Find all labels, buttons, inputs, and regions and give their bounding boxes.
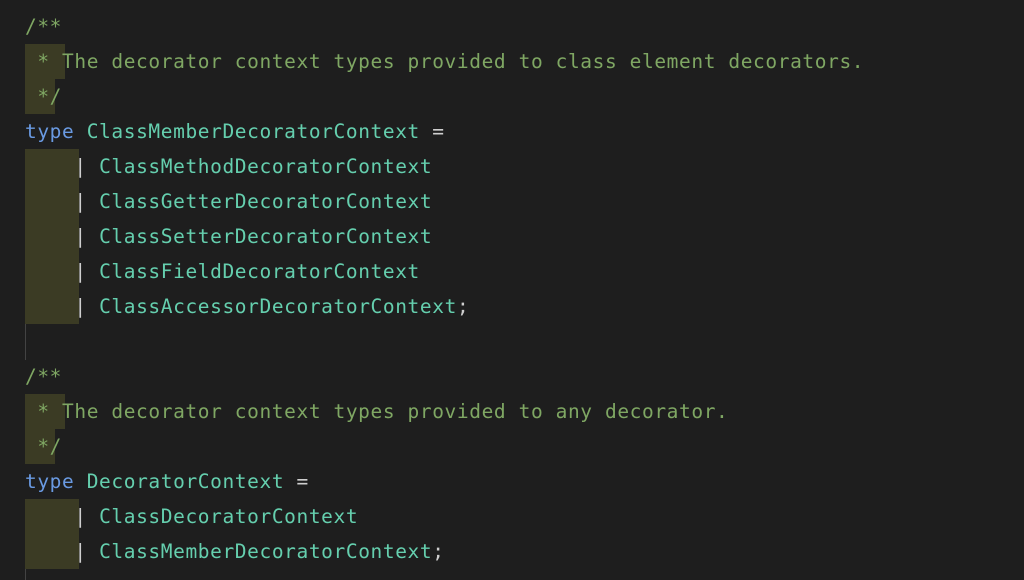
token-type_name: ClassDecoratorContext bbox=[99, 505, 359, 528]
code-editor-surface[interactable]: /** * The decorator context types provid… bbox=[0, 0, 1024, 580]
token-comment: /** bbox=[25, 365, 63, 388]
code-line-text: | ClassMethodDecoratorContext bbox=[25, 155, 432, 178]
token-type_name: ClassSetterDecoratorContext bbox=[99, 225, 433, 248]
code-line-text: | ClassGetterDecoratorContext bbox=[25, 190, 432, 213]
code-line-text: * The decorator context types provided t… bbox=[25, 50, 864, 73]
token-punctuation: | bbox=[74, 155, 87, 178]
code-line[interactable]: | ClassMemberDecoratorContext; bbox=[0, 534, 1024, 569]
token-punctuation: = bbox=[296, 470, 309, 493]
code-line[interactable]: type ClassMemberDecoratorContext = bbox=[0, 114, 1024, 149]
token-comment: */ bbox=[25, 435, 63, 458]
code-line[interactable]: */ bbox=[0, 79, 1024, 114]
code-line[interactable]: * The decorator context types provided t… bbox=[0, 44, 1024, 79]
token-punctuation: | bbox=[74, 225, 87, 248]
token-comment: /** bbox=[25, 15, 63, 38]
token-type_name: DecoratorContext bbox=[86, 470, 285, 493]
code-line[interactable]: type DecoratorContext = bbox=[0, 464, 1024, 499]
code-line[interactable] bbox=[0, 324, 1024, 359]
token-type_name: ClassFieldDecoratorContext bbox=[99, 260, 420, 283]
code-line-text: type DecoratorContext = bbox=[25, 470, 309, 493]
token-punctuation: | bbox=[74, 540, 87, 563]
code-line[interactable]: | ClassDecoratorContext bbox=[0, 499, 1024, 534]
token-punctuation: | bbox=[74, 505, 87, 528]
code-line[interactable]: | ClassFieldDecoratorContext bbox=[0, 254, 1024, 289]
code-line-text: * The decorator context types provided t… bbox=[25, 400, 728, 423]
code-line[interactable]: | ClassAccessorDecoratorContext; bbox=[0, 289, 1024, 324]
code-line-text: | ClassMemberDecoratorContext; bbox=[25, 540, 445, 563]
code-content[interactable]: /** * The decorator context types provid… bbox=[0, 9, 1024, 569]
token-punctuation: | bbox=[74, 295, 87, 318]
token-punctuation: = bbox=[432, 120, 445, 143]
token-punctuation: | bbox=[74, 190, 87, 213]
token-comment: * The decorator context types provided t… bbox=[25, 400, 729, 423]
token-type_name: ClassMemberDecoratorContext bbox=[86, 120, 420, 143]
code-line[interactable]: | ClassSetterDecoratorContext bbox=[0, 219, 1024, 254]
token-punctuation: ; bbox=[456, 295, 470, 318]
code-line[interactable]: | ClassGetterDecoratorContext bbox=[0, 184, 1024, 219]
code-line-text: */ bbox=[25, 435, 62, 458]
token-comment: */ bbox=[25, 85, 63, 108]
code-line[interactable]: * The decorator context types provided t… bbox=[0, 394, 1024, 429]
code-line-text: type ClassMemberDecoratorContext = bbox=[25, 120, 445, 143]
code-line[interactable]: | ClassMethodDecoratorContext bbox=[0, 149, 1024, 184]
code-line[interactable]: */ bbox=[0, 429, 1024, 464]
code-line-text: | ClassFieldDecoratorContext bbox=[25, 260, 420, 283]
token-keyword: type bbox=[25, 120, 75, 143]
token-type_name: ClassGetterDecoratorContext bbox=[99, 190, 433, 213]
code-line-text: | ClassDecoratorContext bbox=[25, 505, 358, 528]
code-line[interactable]: /** bbox=[0, 359, 1024, 394]
code-line-text: | ClassAccessorDecoratorContext; bbox=[25, 295, 469, 318]
code-line-text: /** bbox=[25, 365, 62, 388]
token-punctuation: ; bbox=[432, 540, 445, 563]
token-punctuation: | bbox=[74, 260, 87, 283]
code-line-text: | ClassSetterDecoratorContext bbox=[25, 225, 432, 248]
token-type_name: ClassAccessorDecoratorContext bbox=[99, 295, 457, 318]
code-line-text: /** bbox=[25, 15, 62, 38]
code-line-text: */ bbox=[25, 85, 62, 108]
token-comment: * The decorator context types provided t… bbox=[25, 50, 865, 73]
code-line[interactable]: /** bbox=[0, 9, 1024, 44]
token-type_name: ClassMemberDecoratorContext bbox=[99, 540, 433, 563]
token-keyword: type bbox=[25, 470, 75, 493]
token-type_name: ClassMethodDecoratorContext bbox=[99, 155, 433, 178]
